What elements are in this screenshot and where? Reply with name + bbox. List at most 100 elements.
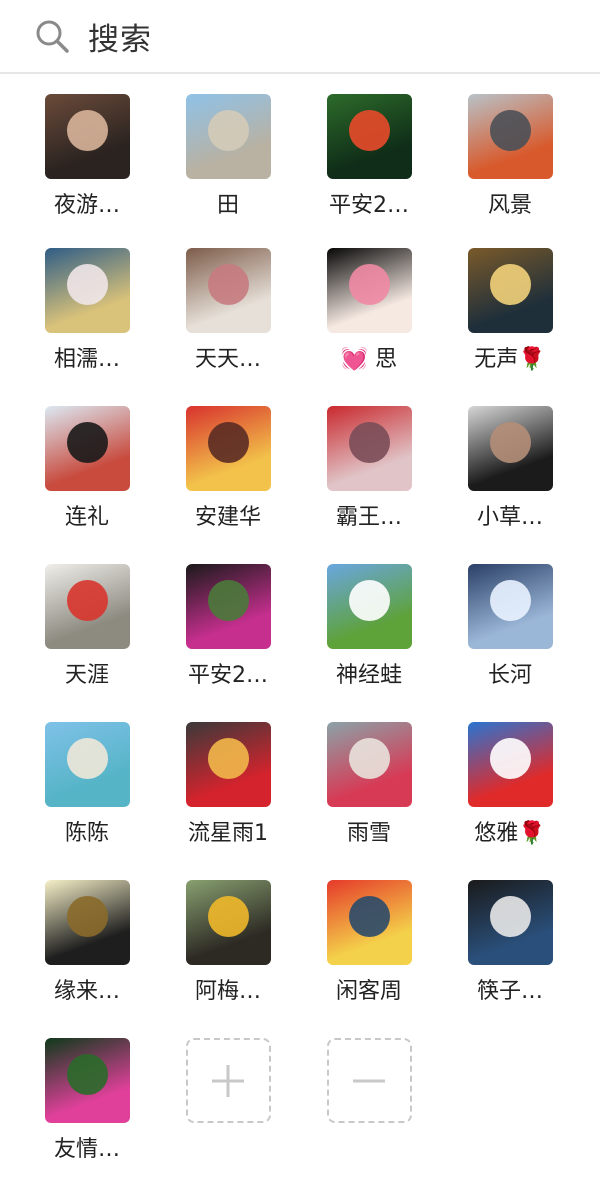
member-item[interactable]: 相濡…	[27, 248, 147, 373]
member-item[interactable]: 平安2…	[309, 94, 429, 219]
search-label: 搜索	[88, 21, 152, 58]
member-item[interactable]: 陈陈	[27, 722, 147, 847]
avatar-subject	[66, 580, 108, 621]
member-name: 平安2…	[329, 193, 409, 218]
member-item[interactable]: 田	[168, 94, 288, 219]
member-item[interactable]: 流星雨1	[168, 722, 288, 847]
member-item[interactable]: 雨雪	[309, 722, 429, 847]
avatar-subject	[66, 110, 108, 151]
member-item[interactable]: 筷子…	[450, 880, 570, 1005]
member-name: 悠雅🌹	[474, 821, 546, 846]
pink-flowers-avatar	[185, 564, 271, 649]
calligraphy-flag-avatar	[44, 564, 130, 649]
tree-meadow-avatar	[326, 564, 412, 649]
avatar-subject	[66, 738, 108, 779]
minus-icon	[353, 1079, 385, 1082]
avatar-subject	[66, 264, 108, 305]
member-item[interactable]: 平安2…	[168, 564, 288, 689]
member-name: 💓 思	[340, 347, 398, 372]
moon-figure-avatar	[467, 564, 553, 649]
woman-red-avatar	[185, 406, 271, 491]
woman-lanterns-avatar	[326, 406, 412, 491]
sunset-text-avatar	[467, 248, 553, 333]
avatar-subject	[348, 110, 390, 151]
avatar-subject	[489, 896, 531, 937]
avatar-subject	[489, 422, 531, 463]
man-beach-avatar	[44, 406, 130, 491]
avatar-subject	[207, 738, 249, 779]
member-name: 陈陈	[64, 821, 109, 846]
avatar-subject	[66, 422, 108, 463]
avatar-subject	[348, 738, 390, 779]
avatar-subject	[348, 264, 390, 305]
search-bar[interactable]: 搜索	[0, 0, 600, 74]
avatar-subject	[207, 580, 249, 621]
avatar-subject	[489, 110, 531, 151]
member-name: 安建华	[194, 505, 261, 530]
kungfu-flag-avatar	[326, 880, 412, 965]
member-name: 连礼	[64, 505, 109, 530]
member-item[interactable]: 小草…	[450, 406, 570, 531]
member-item[interactable]: 风景	[450, 94, 570, 219]
member-item[interactable]: 神经蛙	[309, 564, 429, 689]
member-name: 田	[216, 193, 239, 218]
member-name: 霸王…	[335, 505, 402, 530]
remove-box[interactable]	[326, 1038, 412, 1123]
girl-flowers-avatar	[44, 248, 130, 333]
member-item[interactable]: 缘来…	[27, 880, 147, 1005]
add-box[interactable]	[185, 1038, 271, 1123]
member-item[interactable]: 连礼	[27, 406, 147, 531]
remove-member-button[interactable]	[309, 1038, 429, 1123]
man-portrait-avatar	[467, 406, 553, 491]
member-item[interactable]: 安建华	[168, 406, 288, 531]
member-item[interactable]: 友情…	[27, 1038, 147, 1163]
member-item[interactable]: 悠雅🌹	[450, 722, 570, 847]
calligraphy-text-avatar	[44, 880, 130, 965]
avatar-subject	[348, 422, 390, 463]
member-name: 天天…	[194, 347, 261, 372]
lotus-avatar	[44, 1038, 130, 1123]
member-item[interactable]: 天天…	[168, 248, 288, 373]
member-name: 雨雪	[346, 821, 391, 846]
avatar-subject	[348, 896, 390, 937]
member-item[interactable]: 长河	[450, 564, 570, 689]
gate-scene-avatar	[185, 94, 271, 179]
avatar-subject	[207, 264, 249, 305]
member-name: 无声🌹	[474, 347, 546, 372]
member-item[interactable]: 阿梅…	[168, 880, 288, 1005]
member-item[interactable]: 无声🌹	[450, 248, 570, 373]
plus-icon	[212, 1064, 244, 1097]
member-name: 阿梅…	[194, 979, 261, 1004]
member-name: 相濡…	[53, 347, 120, 372]
member-name: 流星雨1	[188, 821, 268, 846]
member-name: 缘来…	[53, 979, 120, 1004]
member-name: 天涯	[64, 663, 109, 688]
white-flowers-avatar	[185, 248, 271, 333]
add-member-button[interactable]	[168, 1038, 288, 1123]
cat-fish-avatar	[185, 880, 271, 965]
sea-beach-avatar	[44, 722, 130, 807]
avatar-subject	[66, 896, 108, 937]
member-item[interactable]: 💓 思	[309, 248, 429, 373]
member-name: 闲客周	[335, 979, 402, 1004]
search-icon	[36, 20, 69, 53]
headphones-man-avatar	[44, 94, 130, 179]
workers-photo-avatar	[467, 94, 553, 179]
avatar-subject	[489, 264, 531, 305]
love-hands-avatar	[326, 722, 412, 807]
child-red-avatar	[185, 722, 271, 807]
moon-night-avatar	[326, 248, 412, 333]
apple-hands-avatar	[467, 722, 553, 807]
avatar-subject	[207, 110, 249, 151]
member-item[interactable]: 夜游…	[27, 94, 147, 219]
member-item[interactable]: 闲客周	[309, 880, 429, 1005]
avatar-subject	[66, 1054, 108, 1095]
member-item[interactable]: 霸王…	[309, 406, 429, 531]
member-name: 夜游…	[53, 193, 120, 218]
member-name: 筷子…	[476, 979, 543, 1004]
member-name: 平安2…	[188, 663, 268, 688]
koi-fish-avatar	[326, 94, 412, 179]
member-name: 小草…	[476, 505, 543, 530]
member-item[interactable]: 天涯	[27, 564, 147, 689]
member-name: 友情…	[53, 1137, 120, 1162]
